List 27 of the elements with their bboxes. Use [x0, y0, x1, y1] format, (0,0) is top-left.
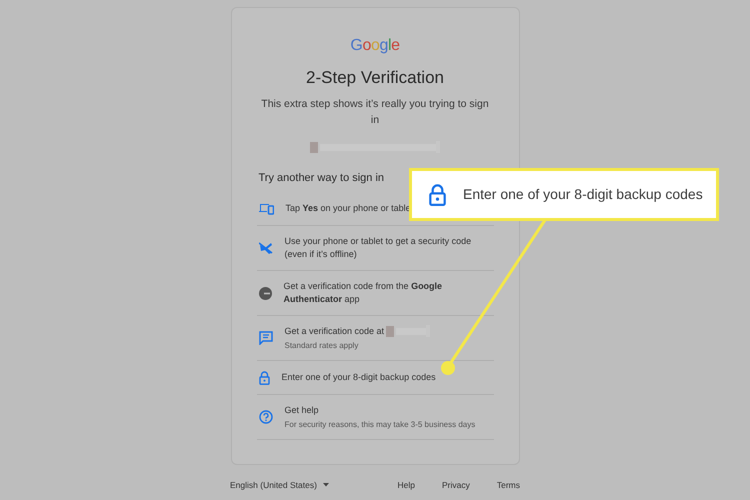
google-logo: Google [350, 38, 400, 54]
footer-link[interactable]: Privacy [442, 479, 470, 492]
option-note: Standard rates apply [284, 340, 360, 352]
help-icon [258, 410, 272, 424]
option-text: Get a verification code at [284, 324, 384, 338]
language-selector[interactable]: English (United States) [230, 479, 329, 492]
caret-icon [322, 483, 329, 488]
footer-link[interactable]: Help [398, 479, 415, 492]
option-item[interactable]: Get help For security reasons, this may take 3-5 business days [256, 395, 494, 440]
page-title: 2-Step Verification [306, 67, 444, 89]
lock-icon [258, 370, 270, 384]
option-text: Use your phone or tablet to get a security code (even if it’s offline) [284, 235, 472, 261]
option-text: Enter one of your 8-digit backup codes [282, 371, 436, 384]
option-item[interactable]: Get a verification code from the Google Authenticator app [256, 271, 494, 316]
section-heading: Try another way to sign in [258, 170, 384, 186]
footer-link[interactable]: Terms [496, 479, 520, 492]
option-item[interactable]: Use your phone or tablet to get a security code (even if it’s offline) [256, 226, 494, 271]
option-item[interactable]: Get a verification code at Standard rates apply [256, 316, 494, 361]
lock-icon [428, 183, 446, 206]
laptop-phone-icon [258, 202, 274, 214]
crossed-phone-icon [258, 242, 272, 254]
option-note: For security reasons, this may take 3-5 business days [284, 418, 476, 430]
dark-disc-icon [258, 286, 272, 300]
subtitle: This extra step shows it’s really you trying to sign in [260, 96, 490, 128]
message-icon [258, 331, 272, 345]
option-text: Get help [284, 404, 319, 416]
option-text: Get a verification code from the Google Authenticator app [284, 280, 444, 306]
